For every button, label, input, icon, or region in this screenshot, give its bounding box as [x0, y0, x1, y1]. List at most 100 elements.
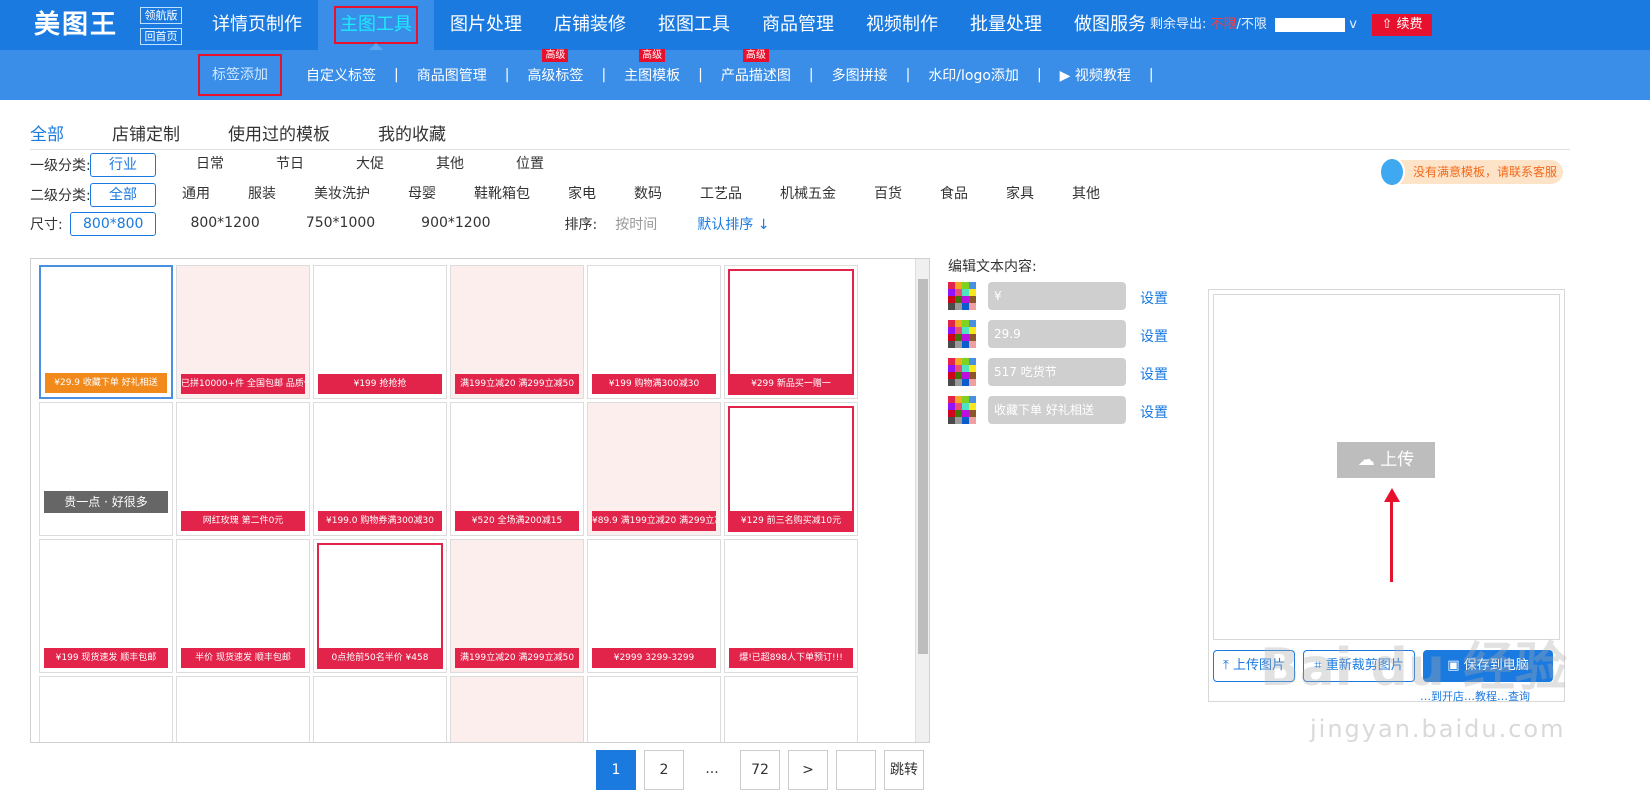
level2-chip-9[interactable]: 机械五金 — [768, 183, 848, 207]
template-card[interactable] — [313, 676, 447, 742]
account-name-box[interactable] — [1275, 17, 1346, 32]
level2-chip-0[interactable]: 全部 — [90, 183, 156, 207]
badge-home[interactable]: 回首页 — [140, 28, 182, 45]
level2-chip-2[interactable]: 服装 — [236, 183, 288, 207]
level1-chip-3[interactable]: 大促 — [344, 153, 396, 177]
subnav-item-6[interactable]: 多图拼接 — [814, 65, 906, 85]
template-card[interactable]: ¥2999 3299-3299 — [587, 539, 721, 673]
contact-service-link[interactable]: 没有满意模板，请联系客服 — [1379, 157, 1563, 187]
nav-cutout-tools[interactable]: 抠图工具 — [642, 0, 746, 50]
level1-chip-5[interactable]: 位置 — [504, 153, 556, 177]
color-palette-icon[interactable] — [948, 358, 976, 386]
settings-link[interactable]: 设置 — [1140, 288, 1168, 308]
edit-text-field[interactable]: 29.9 — [988, 320, 1126, 348]
nav-product-management[interactable]: 商品管理 — [746, 0, 850, 50]
tab-store-custom[interactable]: 店铺定制 — [112, 120, 180, 150]
page-button[interactable]: 2 — [644, 750, 684, 790]
page-button[interactable]: 1 — [596, 750, 636, 790]
edit-text-field[interactable]: 收藏下单 好礼相送 — [988, 396, 1126, 424]
size-chip-1[interactable]: 800*1200 — [178, 212, 271, 236]
nav-main-image-tools[interactable]: 主图工具 — [318, 0, 434, 50]
template-card[interactable]: ¥199.0 购物券满300减30 — [313, 402, 447, 536]
template-card[interactable]: ¥29.9 收藏下单 好礼相送 — [39, 265, 173, 399]
upload-button[interactable]: ☁ 上传 — [1337, 442, 1435, 478]
template-card[interactable]: ¥129 前三名购买减10元 — [724, 402, 858, 536]
chevron-down-icon[interactable]: v — [1349, 17, 1357, 32]
badge-nav[interactable]: 领航版 — [140, 7, 182, 24]
nav-image-processing[interactable]: 图片处理 — [434, 0, 538, 50]
grid-scrollbar[interactable] — [915, 259, 929, 742]
scrollbar-thumb[interactable] — [918, 279, 928, 654]
page-jump-input[interactable] — [836, 750, 876, 790]
edit-text-field[interactable]: ¥ — [988, 282, 1126, 310]
nav-video[interactable]: 视频制作 — [850, 0, 954, 50]
template-card[interactable]: 网红玫瑰 第二件0元 — [176, 402, 310, 536]
level2-chip-3[interactable]: 美妆洗护 — [302, 183, 382, 207]
template-card[interactable]: 满199立减20 满299立减50 — [450, 539, 584, 673]
settings-link[interactable]: 设置 — [1140, 364, 1168, 384]
app-logo[interactable]: 美图王 — [34, 4, 134, 44]
nav-design-service[interactable]: 做图服务 — [1058, 0, 1162, 50]
template-card[interactable]: 爆!已超898人下单预订!!! — [724, 539, 858, 673]
level2-chip-7[interactable]: 数码 — [622, 183, 674, 207]
size-chip-3[interactable]: 900*1200 — [409, 212, 502, 236]
renew-button[interactable]: ⇧ 续费 — [1372, 14, 1432, 36]
template-card[interactable]: 半价 现货速发 顺丰包邮 — [176, 539, 310, 673]
nav-store-decoration[interactable]: 店铺装修 — [538, 0, 642, 50]
template-card[interactable]: ¥520 全场满200减15 — [450, 402, 584, 536]
color-palette-icon[interactable] — [948, 320, 976, 348]
level2-chip-1[interactable]: 通用 — [170, 183, 222, 207]
template-card[interactable]: 0点抢前50名半价 ¥458 — [313, 539, 447, 673]
size-chip-2[interactable]: 750*1000 — [294, 212, 387, 236]
subnav-item-0[interactable]: 标签添加 — [198, 54, 282, 96]
level2-chip-4[interactable]: 母婴 — [396, 183, 448, 207]
page-jump-button[interactable]: 跳转 — [884, 750, 924, 790]
level2-chip-6[interactable]: 家电 — [556, 183, 608, 207]
tab-used-templates[interactable]: 使用过的模板 — [228, 120, 330, 150]
color-palette-icon[interactable] — [948, 282, 976, 310]
level2-chip-10[interactable]: 百货 — [862, 183, 914, 207]
template-card[interactable]: 已拼10000+件 全国包邮 品质保证 — [176, 265, 310, 399]
nav-batch[interactable]: 批量处理 — [954, 0, 1058, 50]
template-card[interactable]: 贵一点 · 好很多 — [39, 402, 173, 536]
template-card[interactable]: ¥199 现货速发 顺丰包邮 — [39, 539, 173, 673]
level2-chip-13[interactable]: 其他 — [1060, 183, 1112, 207]
tab-favorites[interactable]: 我的收藏 — [378, 120, 446, 150]
sort-by-time[interactable]: 按时间 — [615, 214, 657, 234]
color-palette-icon[interactable] — [948, 396, 976, 424]
template-card[interactable] — [39, 676, 173, 742]
level2-chip-11[interactable]: 食品 — [928, 183, 980, 207]
template-card[interactable]: 爆款 — [450, 676, 584, 742]
level1-chip-4[interactable]: 其他 — [424, 153, 476, 177]
settings-link[interactable]: 设置 — [1140, 402, 1168, 422]
template-card[interactable]: ¥299 新品买一赠一 — [724, 265, 858, 399]
sort-default[interactable]: 默认排序 ↓ — [697, 214, 769, 234]
subnav-item-3[interactable]: 高级标签 高级 — [509, 49, 601, 85]
subnav-item-8[interactable]: ▶ 视频教程 — [1042, 65, 1149, 85]
subnav-item-4[interactable]: 主图模板 高级 — [606, 49, 698, 85]
level2-chip-5[interactable]: 鞋靴箱包 — [462, 183, 542, 207]
level1-chip-2[interactable]: 节日 — [264, 153, 316, 177]
template-card[interactable]: ¥199 购物满300减30 — [587, 265, 721, 399]
template-card[interactable] — [176, 676, 310, 742]
subnav-item-7[interactable]: 水印/logo添加 — [910, 65, 1037, 85]
level1-chip-1[interactable]: 日常 — [184, 153, 236, 177]
subnav-item-2[interactable]: 商品图管理 — [399, 65, 505, 85]
page-button[interactable]: > — [788, 750, 828, 790]
tab-all[interactable]: 全部 — [30, 120, 64, 150]
page-button[interactable]: 72 — [740, 750, 780, 790]
template-card[interactable]: ¥89.9 满199立减20 满299立减50 — [587, 402, 721, 536]
level1-chip-0[interactable]: 行业 — [90, 153, 156, 177]
settings-link[interactable]: 设置 — [1140, 326, 1168, 346]
template-card[interactable]: ¥199 抢抢抢 — [313, 265, 447, 399]
nav-detail-page[interactable]: 详情页制作 — [196, 0, 318, 50]
level2-chip-12[interactable]: 家具 — [994, 183, 1046, 207]
subnav-item-1[interactable]: 自定义标签 — [288, 65, 394, 85]
edit-text-field[interactable]: 517 吃货节 — [988, 358, 1126, 386]
level2-chip-8[interactable]: 工艺品 — [688, 183, 754, 207]
subnav-item-5[interactable]: 产品描述图 高级 — [703, 49, 809, 85]
template-card[interactable] — [724, 676, 858, 742]
size-chip-0[interactable]: 800*800 — [70, 212, 157, 236]
template-card[interactable]: 满199立减20 满299立减50 — [450, 265, 584, 399]
template-card[interactable] — [587, 676, 721, 742]
